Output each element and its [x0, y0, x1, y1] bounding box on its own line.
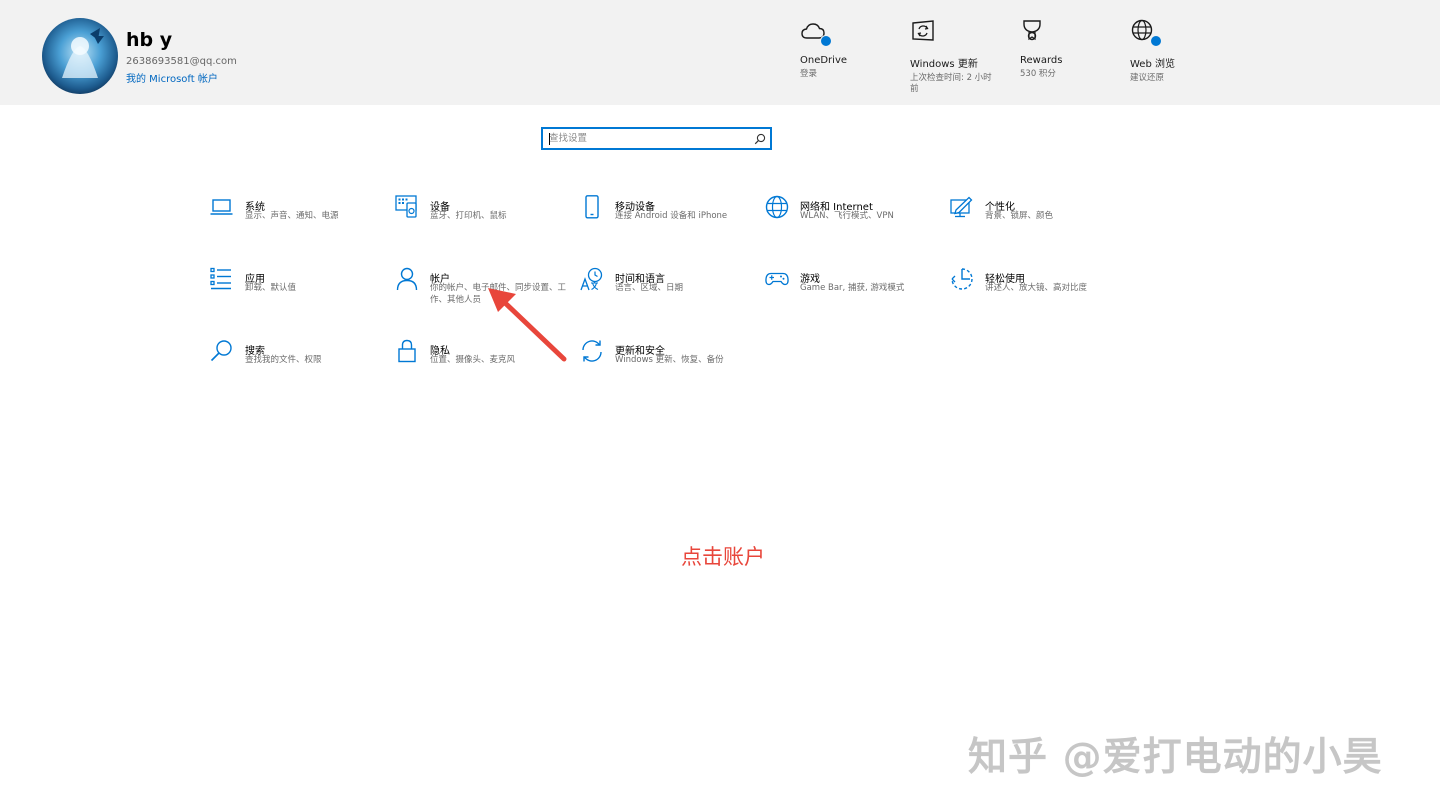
status-subtitle: 建议还原 — [1130, 73, 1165, 83]
lock-icon — [395, 339, 419, 363]
ease-of-access-icon — [950, 267, 974, 291]
watermark: 知乎 @爱打电动的小昊 — [968, 735, 1383, 780]
laptop-icon — [210, 195, 234, 219]
status-subtitle: 登录 — [800, 69, 818, 79]
status-title: OneDrive — [800, 55, 848, 66]
tile-apps[interactable]: 应用 卸载、默认值 — [210, 267, 385, 317]
personalization-icon — [950, 195, 974, 219]
notification-dot — [820, 35, 832, 47]
cloud-icon — [800, 18, 832, 47]
search-icon — [210, 339, 234, 363]
status-rewards[interactable]: Rewards 530 积分 — [1020, 18, 1130, 80]
tile-description: 蓝牙、打印机、鼠标 — [430, 211, 507, 221]
tile-search[interactable]: 搜索 查找我的文件、权限 — [210, 339, 385, 389]
person-icon — [395, 267, 419, 291]
annotation-arrow-icon — [488, 288, 567, 362]
tile-ease-of-access[interactable]: 轻松使用 讲述人、放大镜、高对比度 — [950, 267, 1125, 317]
status-title: Rewards — [1020, 55, 1063, 66]
status-subtitle: 上次检查时间: 2 小时前 — [910, 73, 992, 94]
tile-description: Windows 更新、恢复、备份 — [615, 355, 724, 365]
account-header: hb y 2638693581@qq.com 我的 Microsoft 帐户 O… — [0, 0, 1440, 105]
status-title: Web 浏览 — [1130, 59, 1175, 70]
tile-description: 讲述人、放大镜、高对比度 — [985, 283, 1088, 293]
trophy-icon — [1020, 18, 1048, 46]
user-name: hb y — [126, 29, 173, 51]
tile-personalization[interactable]: 个性化 背景、锁屏、颜色 — [950, 195, 1125, 245]
tile-devices[interactable]: 设备 蓝牙、打印机、鼠标 — [395, 195, 570, 245]
tile-description: 连接 Android 设备和 iPhone — [615, 211, 728, 221]
settings-search-box[interactable] — [541, 127, 772, 150]
refresh-icon — [580, 339, 604, 363]
tile-description: Game Bar, 捕获, 游戏模式 — [800, 283, 905, 293]
status-title: Windows 更新 — [910, 59, 978, 70]
globe-icon — [765, 195, 789, 219]
annotation-label: 点击账户 — [681, 545, 765, 569]
status-windows-update[interactable]: Windows 更新 上次检查时间: 2 小时前 — [910, 18, 1020, 95]
text-caret — [549, 133, 550, 145]
tile-system[interactable]: 系统 显示、声音、通知、电源 — [210, 195, 385, 245]
tile-update-security[interactable]: 更新和安全 Windows 更新、恢复、备份 — [580, 339, 755, 389]
search-input[interactable] — [549, 131, 749, 146]
user-email: 2638693581@qq.com — [126, 56, 237, 67]
status-web-browsing[interactable]: Web 浏览 建议还原 — [1130, 18, 1240, 84]
tile-description: 卸载、默认值 — [245, 283, 297, 293]
tile-description: 语言、区域、日期 — [615, 283, 684, 293]
windows-update-icon — [910, 18, 938, 46]
tile-network[interactable]: 网络和 Internet WLAN、飞行模式、VPN — [765, 195, 940, 245]
phone-icon — [580, 195, 604, 219]
search-icon[interactable] — [754, 133, 766, 145]
devices-icon — [395, 195, 419, 219]
tile-description: 背景、锁屏、颜色 — [985, 211, 1054, 221]
status-subtitle: 530 积分 — [1020, 69, 1056, 79]
tile-time-language[interactable]: 时间和语言 语言、区域、日期 — [580, 267, 755, 317]
time-language-icon — [580, 267, 604, 291]
tile-description: 显示、声音、通知、电源 — [245, 211, 339, 221]
tile-description: 查找我的文件、权限 — [245, 355, 322, 365]
gamepad-icon — [765, 267, 789, 291]
tile-gaming[interactable]: 游戏 Game Bar, 捕获, 游戏模式 — [765, 267, 940, 317]
status-onedrive[interactable]: OneDrive 登录 — [800, 18, 910, 80]
notification-dot — [1150, 35, 1162, 47]
tile-phone[interactable]: 移动设备 连接 Android 设备和 iPhone — [580, 195, 755, 245]
avatar[interactable] — [42, 18, 118, 94]
globe-icon — [1130, 18, 1162, 47]
apps-list-icon — [210, 267, 234, 291]
microsoft-account-link[interactable]: 我的 Microsoft 帐户 — [126, 70, 218, 85]
tile-description: WLAN、飞行模式、VPN — [800, 211, 894, 221]
